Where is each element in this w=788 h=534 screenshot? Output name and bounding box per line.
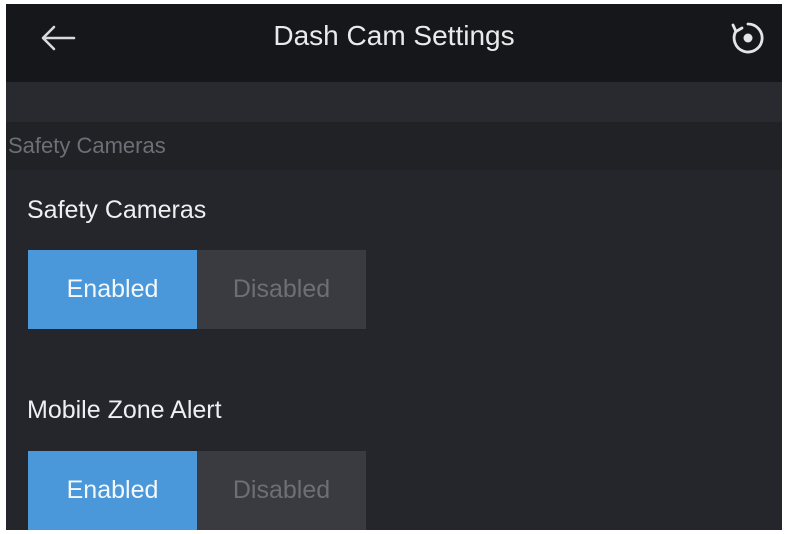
- section-header: Safety Cameras: [6, 122, 782, 170]
- safety-cameras-disabled-button[interactable]: Disabled: [197, 250, 366, 329]
- reset-button[interactable]: [726, 16, 770, 60]
- page-title: Dash Cam Settings: [273, 20, 515, 51]
- settings-screen: Dash Cam Settings Safety Cameras Safety …: [6, 4, 782, 530]
- mobile-zone-alert-toggle: Enabled Disabled: [28, 451, 366, 530]
- mobile-zone-alert-label: Mobile Zone Alert: [27, 396, 222, 424]
- circular-reset-icon: [731, 22, 764, 54]
- top-bar: Dash Cam Settings: [6, 4, 782, 82]
- mobile-zone-alert-disabled-button[interactable]: Disabled: [197, 451, 366, 530]
- safety-cameras-toggle: Enabled Disabled: [28, 250, 366, 329]
- spacer-band: [6, 82, 782, 122]
- safety-cameras-label: Safety Cameras: [27, 196, 207, 224]
- safety-cameras-enabled-button[interactable]: Enabled: [28, 250, 197, 329]
- section-title: Safety Cameras: [8, 133, 166, 158]
- mobile-zone-alert-enabled-button[interactable]: Enabled: [28, 451, 197, 530]
